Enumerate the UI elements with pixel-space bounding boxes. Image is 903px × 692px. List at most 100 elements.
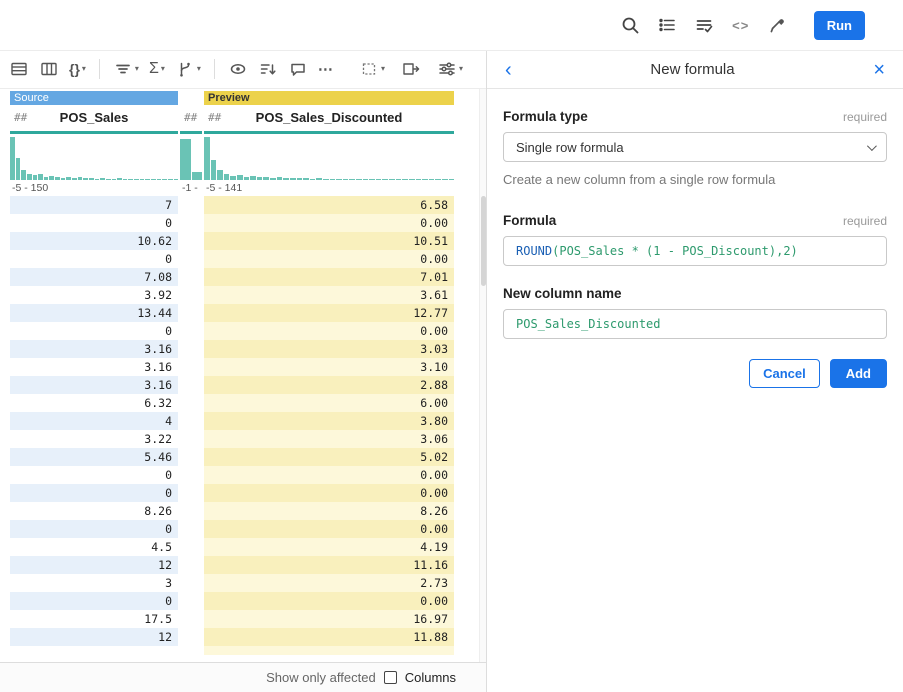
preview-cell[interactable]: 0.00: [204, 250, 454, 268]
branch-menu-button[interactable]: ▾: [172, 57, 204, 81]
source-cell[interactable]: 5.46: [10, 448, 178, 466]
checked-list-icon[interactable]: [693, 14, 715, 36]
source-cell[interactable]: 0: [10, 250, 178, 268]
source-cell[interactable]: 0: [10, 466, 178, 484]
grid-pane: {} ▾ ▾ Σ ▾ ▾: [0, 51, 486, 692]
preview-cell[interactable]: 0.00: [204, 592, 454, 610]
formula-type-select[interactable]: Single row formula: [503, 132, 887, 162]
formula-type-required-badge: required: [843, 110, 887, 124]
preview-cell[interactable]: 2.73: [204, 574, 454, 592]
preview-column-header[interactable]: ## POS_Sales_Discounted: [204, 105, 454, 131]
preview-cell[interactable]: 11.88: [204, 628, 454, 646]
preview-cell[interactable]: 3.80: [204, 412, 454, 430]
preview-cell[interactable]: 6.00: [204, 394, 454, 412]
show-only-affected-label[interactable]: Show only affected: [266, 670, 376, 685]
histogram-bar: [316, 178, 322, 180]
preview-cell[interactable]: 0.00: [204, 214, 454, 232]
preview-cell[interactable]: 0.00: [204, 466, 454, 484]
source-cell[interactable]: 0: [10, 484, 178, 502]
filter-menu-button[interactable]: ▾: [110, 57, 142, 81]
clipped-histogram: [180, 134, 202, 180]
add-button[interactable]: Add: [830, 359, 887, 388]
preview-cell[interactable]: 3.61: [204, 286, 454, 304]
formula-type-helper-text: Create a new column from a single row fo…: [503, 172, 887, 187]
table-export-icon[interactable]: [398, 57, 424, 81]
source-cell[interactable]: 8.26: [10, 502, 178, 520]
preview-cell[interactable]: 16.97: [204, 610, 454, 628]
formula-menu-button[interactable]: Σ ▾: [146, 58, 168, 80]
source-cell[interactable]: 4.5: [10, 538, 178, 556]
source-cell[interactable]: 0: [10, 322, 178, 340]
columns-checkbox[interactable]: [384, 671, 397, 684]
comment-icon[interactable]: [285, 57, 311, 81]
preview-cell[interactable]: [204, 646, 454, 655]
cancel-button[interactable]: Cancel: [749, 359, 820, 388]
preview-cell[interactable]: 0.00: [204, 322, 454, 340]
formula-label: Formula: [503, 213, 556, 228]
new-column-name-value: POS_Sales_Discounted: [516, 317, 661, 331]
source-cell[interactable]: 3.22: [10, 430, 178, 448]
scrollbar-thumb[interactable]: [481, 196, 486, 286]
source-cell[interactable]: 0: [10, 520, 178, 538]
source-cell[interactable]: 3.16: [10, 340, 178, 358]
source-cell[interactable]: 7: [10, 196, 178, 214]
source-rows: 7010.6207.083.9213.4403.163.163.166.3243…: [10, 196, 178, 655]
new-column-name-input[interactable]: POS_Sales_Discounted: [503, 309, 887, 339]
histogram-bar: [442, 179, 448, 180]
histogram-bar: [21, 170, 26, 180]
steps-list-icon[interactable]: [656, 14, 678, 36]
histogram-bar: [117, 178, 122, 180]
preview-cell[interactable]: 3.03: [204, 340, 454, 358]
histogram-bar: [389, 179, 395, 180]
preview-cell[interactable]: 6.58: [204, 196, 454, 214]
source-cell[interactable]: 6.32: [10, 394, 178, 412]
preview-cell[interactable]: 12.77: [204, 304, 454, 322]
source-cell[interactable]: 12: [10, 556, 178, 574]
preview-cell[interactable]: 4.19: [204, 538, 454, 556]
preview-cell[interactable]: 0.00: [204, 520, 454, 538]
source-cell[interactable]: 12: [10, 628, 178, 646]
preview-cell[interactable]: 7.01: [204, 268, 454, 286]
source-cell[interactable]: 17.5: [10, 610, 178, 628]
sort-icon[interactable]: [255, 57, 281, 81]
preview-cell[interactable]: 11.16: [204, 556, 454, 574]
source-cell[interactable]: 0: [10, 214, 178, 232]
formula-input[interactable]: ROUND (POS_Sales * (1 - POS_Discount),2): [503, 236, 887, 266]
eyedropper-icon[interactable]: [767, 14, 789, 36]
source-cell[interactable]: [10, 646, 178, 655]
code-icon[interactable]: <>: [730, 14, 752, 36]
search-icon[interactable]: [619, 14, 641, 36]
source-cell[interactable]: 3.92: [10, 286, 178, 304]
preview-cell[interactable]: 3.10: [204, 358, 454, 376]
preview-cell[interactable]: 3.06: [204, 430, 454, 448]
more-actions-button[interactable]: ⋯: [315, 58, 337, 80]
source-column-header[interactable]: ## POS_Sales: [10, 105, 178, 131]
preview-cell[interactable]: 0.00: [204, 484, 454, 502]
source-cell[interactable]: 13.44: [10, 304, 178, 322]
source-cell[interactable]: 3.16: [10, 358, 178, 376]
source-cell[interactable]: 4: [10, 412, 178, 430]
source-cell[interactable]: 0: [10, 592, 178, 610]
source-cell[interactable]: 3.16: [10, 376, 178, 394]
source-cell[interactable]: 3: [10, 574, 178, 592]
braces-menu-button[interactable]: {} ▾: [66, 59, 89, 79]
source-cell[interactable]: 7.08: [10, 268, 178, 286]
vertical-scrollbar[interactable]: [479, 89, 486, 662]
table-rows-icon[interactable]: [6, 57, 32, 81]
preview-band: Preview: [204, 91, 454, 105]
preview-cell[interactable]: 8.26: [204, 502, 454, 520]
run-button[interactable]: Run: [814, 11, 865, 40]
back-icon[interactable]: ‹: [501, 60, 516, 80]
close-icon[interactable]: ×: [869, 60, 889, 80]
histogram-bar: [128, 179, 133, 180]
preview-cell[interactable]: 10.51: [204, 232, 454, 250]
eye-icon[interactable]: [225, 57, 251, 81]
source-cell[interactable]: 10.62: [10, 232, 178, 250]
display-settings-button[interactable]: ▾: [434, 57, 466, 81]
clipped-column-header[interactable]: ##: [180, 105, 202, 131]
preview-cell[interactable]: 2.88: [204, 376, 454, 394]
table-columns-icon[interactable]: [36, 57, 62, 81]
preview-cell[interactable]: 5.02: [204, 448, 454, 466]
selection-mode-button[interactable]: ▾: [356, 57, 388, 81]
histogram-bar: [140, 179, 145, 180]
